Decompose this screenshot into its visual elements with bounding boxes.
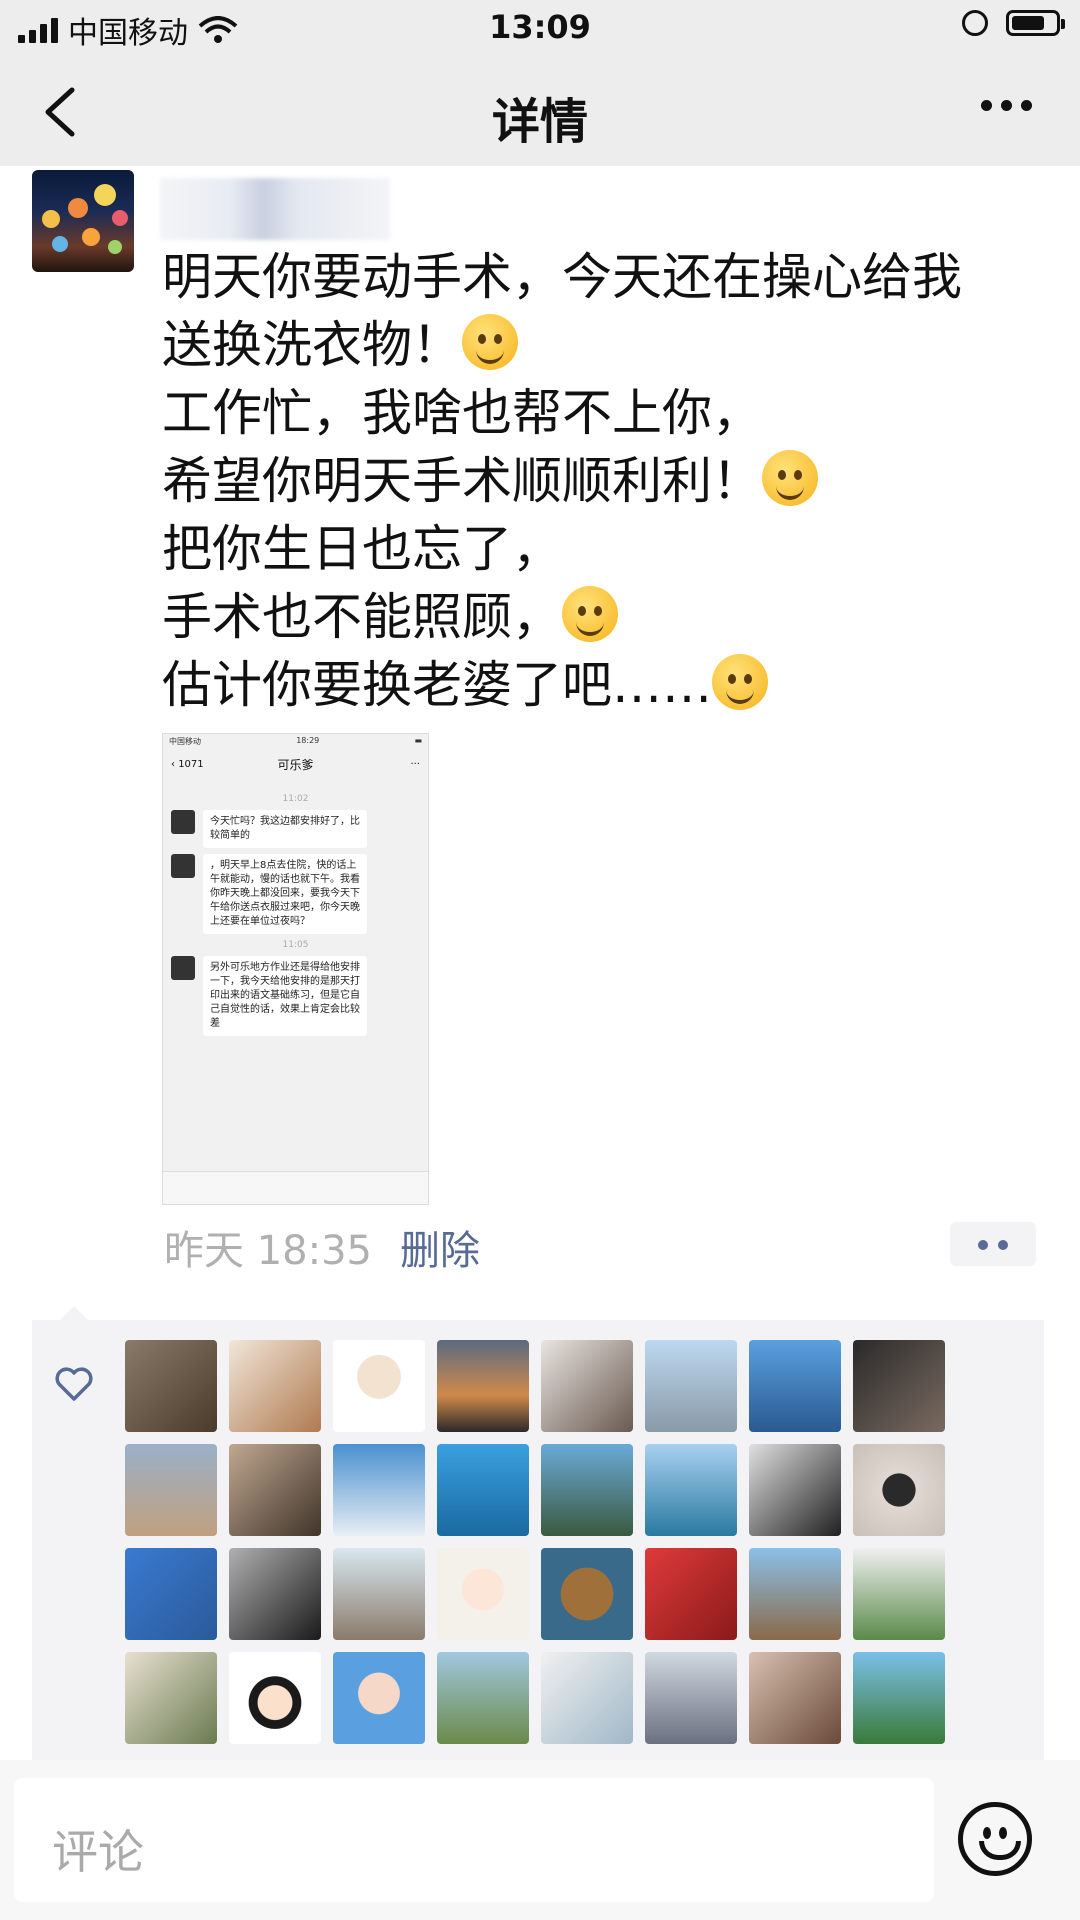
liker-avatar[interactable] [645,1340,737,1432]
post-line: 希望你明天手术顺顺利利！ [162,447,1042,515]
liker-avatar[interactable] [437,1548,529,1640]
liker-avatar[interactable] [125,1548,217,1640]
screenshot-status-bar: 中国移动 18:29 ▬ [169,736,422,746]
hug-emoji-icon [762,450,818,506]
comment-bar: 评论 [0,1760,1080,1920]
clock: 13:09 [489,8,591,46]
liker-avatar[interactable] [437,1444,529,1536]
poster-name-blurred[interactable] [160,178,390,240]
liker-avatar[interactable] [853,1548,945,1640]
liker-avatar[interactable] [437,1652,529,1744]
liker-avatar[interactable] [437,1340,529,1432]
liker-avatar[interactable] [229,1340,321,1432]
post-line: 送换洗衣物！ [162,311,1042,379]
liker-avatar[interactable] [333,1340,425,1432]
post-meta: 昨天 18:35 删除 [164,1218,480,1276]
post-content: 明天你要动手术，今天还在操心给我 送换洗衣物！ 工作忙，我啥也帮不上你， 希望你… [162,243,1042,719]
liker-avatar[interactable] [333,1548,425,1640]
comment-placeholder: 评论 [52,1825,144,1879]
liker-avatar[interactable] [333,1444,425,1536]
battery-icon [1006,10,1065,36]
delete-link[interactable]: 删除 [400,1228,480,1274]
liker-avatar-grid [125,1340,945,1744]
liker-avatar[interactable] [749,1444,841,1536]
liker-avatar[interactable] [541,1444,633,1536]
grin-emoji-icon [712,654,768,710]
screenshot-nav: ‹ 1071 可乐爹 ··· [163,752,428,778]
liker-avatar[interactable] [853,1340,945,1432]
liker-avatar[interactable] [853,1444,945,1536]
more-icon[interactable] [981,100,1032,111]
liker-avatar[interactable] [749,1652,841,1744]
liker-avatar[interactable] [645,1548,737,1640]
attached-screenshot[interactable]: 中国移动 18:29 ▬ ‹ 1071 可乐爹 ··· 11:02 今天忙吗？我这边… [162,733,429,1205]
nav-bar: 详情 [0,56,1080,166]
screenshot-message: 今天忙吗？我这边都安排好了，比较简单的 [171,810,420,848]
comment-input[interactable]: 评论 [14,1778,934,1902]
liker-avatar[interactable] [853,1652,945,1744]
liker-avatar[interactable] [541,1548,633,1640]
liker-avatar[interactable] [125,1652,217,1744]
screenshot-time: 11:05 [282,940,309,950]
emoji-smile-icon[interactable] [958,1802,1032,1876]
screenshot-message: 另外可乐地方作业还是得给他安排一下，我今天给他安排的是那天打印出来的语文基础练习… [171,956,420,1036]
liker-avatar[interactable] [541,1652,633,1744]
post-line: 估计你要换老婆了吧…… [162,651,1042,719]
screenshot-back: ‹ 1071 [171,759,204,770]
liker-avatar[interactable] [229,1652,321,1744]
liker-avatar[interactable] [749,1548,841,1640]
alarm-icon [962,10,988,36]
liker-avatar[interactable] [229,1444,321,1536]
liker-avatar[interactable] [541,1340,633,1432]
screenshot-input-bar [163,1171,428,1204]
camera-avatar [171,810,195,834]
page-title: 详情 [491,94,588,150]
crying-emoji-icon [562,586,618,642]
liker-avatar[interactable] [333,1652,425,1744]
post-line: 把你生日也忘了， [162,520,562,578]
post-time: 昨天 18:35 [164,1228,372,1274]
screenshot-message: ，明天早上8点去住院，快的话上午就能动，慢的话也就下午。我看你昨天晚上都没回来，… [171,854,420,934]
camera-avatar [171,854,195,878]
liker-avatar[interactable] [229,1548,321,1640]
poster-avatar[interactable] [32,170,134,272]
screenshot-more-icon: ··· [410,759,420,770]
post-line: 手术也不能照顾， [162,583,1042,651]
post-line: 明天你要动手术，今天还在操心给我 [162,248,962,306]
liker-avatar[interactable] [645,1652,737,1744]
screenshot-time: 11:02 [282,794,309,804]
liker-avatar[interactable] [125,1340,217,1432]
likes-panel [32,1306,1044,1760]
liker-avatar[interactable] [645,1444,737,1536]
liker-avatar[interactable] [125,1444,217,1536]
camera-avatar [171,956,195,980]
like-comment-button[interactable] [950,1222,1036,1266]
screenshot-title: 可乐爹 [277,758,314,772]
heart-icon [55,1367,93,1401]
post-line: 工作忙，我啥也帮不上你， [162,384,762,442]
status-bar: 中国移动 13:09 [0,0,1080,56]
liker-avatar[interactable] [749,1340,841,1432]
laughing-crying-emoji-icon [462,314,518,370]
